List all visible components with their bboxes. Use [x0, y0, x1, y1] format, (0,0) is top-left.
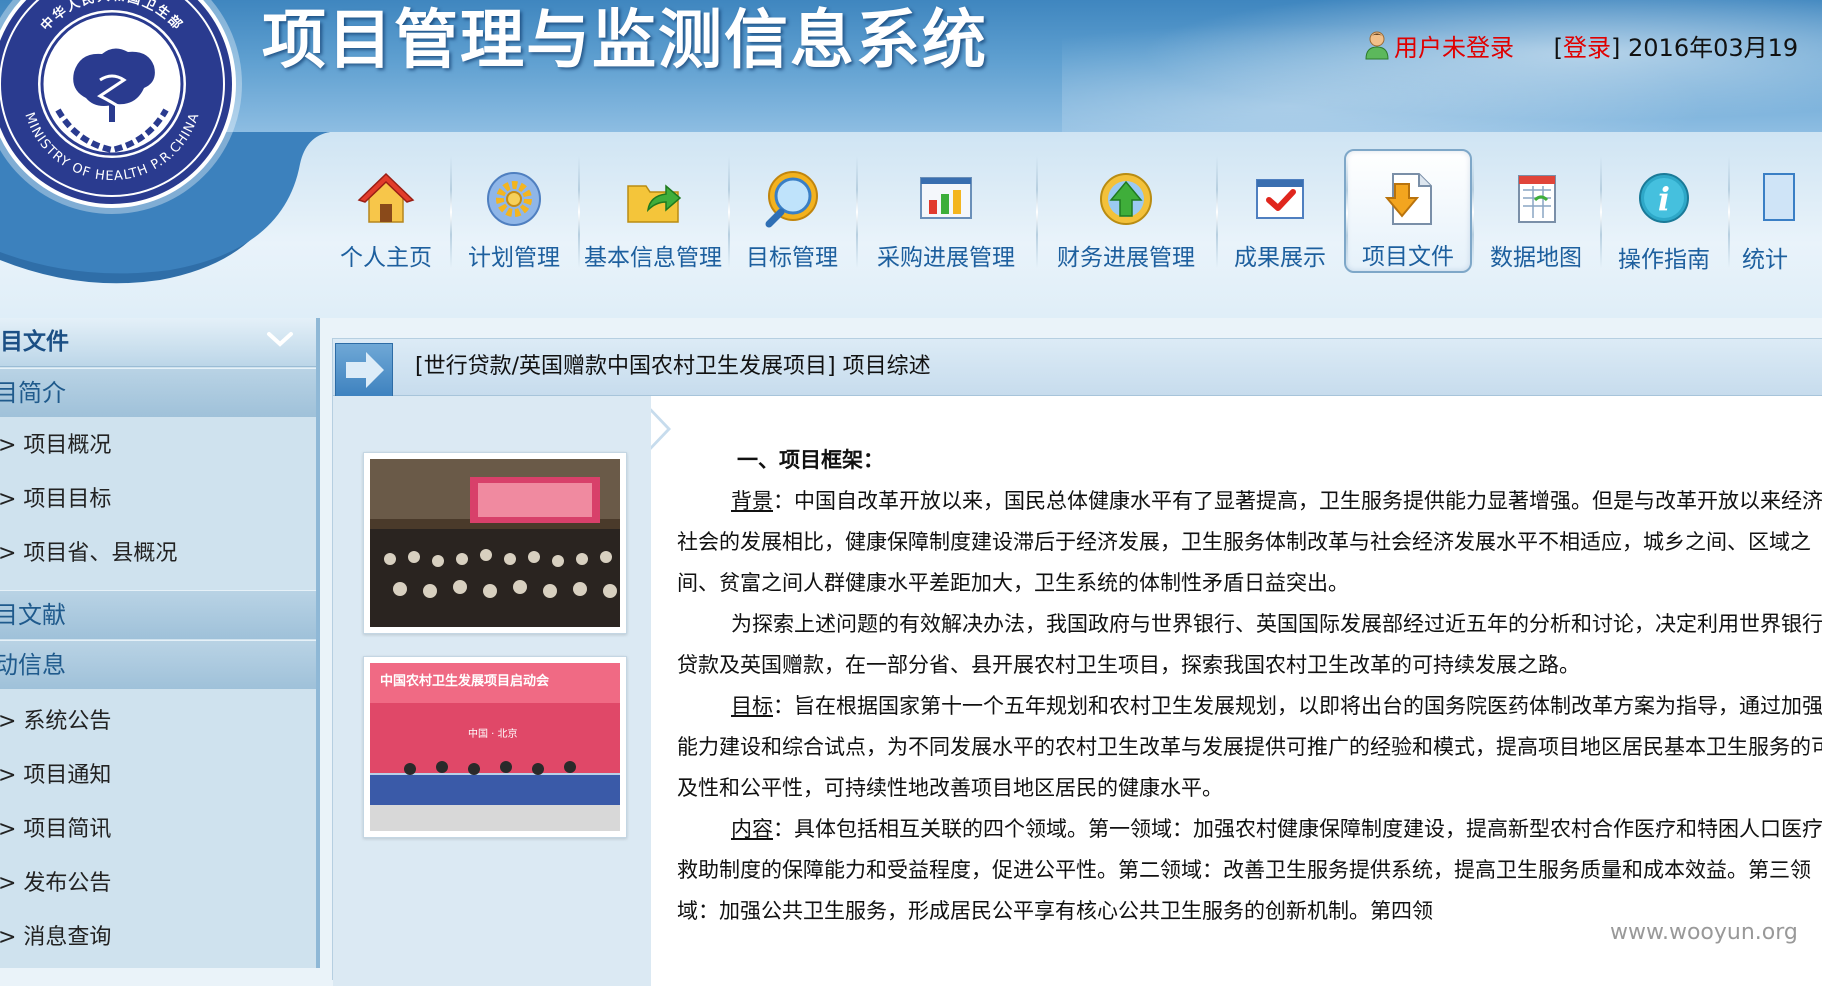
- nav-operation-guide[interactable]: i 操作指南: [1600, 150, 1728, 273]
- paragraph-solution: 为探索上述问题的有效解决办法，我国政府与世界银行、英国国际发展部经过近五年的分析…: [677, 612, 1822, 677]
- nav-label: 计划管理: [468, 245, 560, 271]
- sidebar-item-project-brief[interactable]: > 项目简讯: [0, 804, 316, 856]
- nav-data-map[interactable]: 数据地图: [1472, 150, 1600, 272]
- sidebar-section-activity[interactable]: 动信息: [0, 640, 316, 689]
- nav-label: 目标管理: [746, 245, 838, 271]
- photo-banner-subtext: 中国 · 北京: [468, 727, 518, 740]
- login-link[interactable]: 登录: [1563, 34, 1611, 62]
- sidebar: 目文件 目简介 > 项目概况 > 项目目标 > 项目省、县概况 目文献 动信息 …: [0, 318, 320, 968]
- sidebar-header-label: 目文件: [0, 329, 69, 355]
- nav-label: 财务进展管理: [1057, 245, 1195, 271]
- nav-finance-progress[interactable]: 财务进展管理: [1036, 150, 1216, 272]
- sidebar-header[interactable]: 目文件: [0, 318, 316, 367]
- nav-label: 基本信息管理: [584, 245, 722, 271]
- text-background: ：中国自改革开放以来，国民总体健康水平有了显著提高，卫生服务提供能力显著增强。但…: [677, 489, 1822, 595]
- text-content: ：具体包括相互关联的四个领域。第一领域：加强农村健康保障制度建设，提高新型农村合…: [677, 817, 1822, 923]
- nav-label: 操作指南: [1618, 247, 1710, 273]
- sidebar-item-system-notice[interactable]: > 系统公告: [0, 696, 316, 748]
- sidebar-item-goals[interactable]: > 项目目标: [0, 474, 316, 526]
- home-icon: [357, 172, 415, 223]
- main-header: [世行贷款/英国赠款中国农村卫生发展项目] 项目综述: [333, 339, 1822, 397]
- user-bar: 用户未登录 [登录] 2016年03月19: [1364, 30, 1798, 63]
- text-goal: ：旨在根据国家第十一个五年规划和农村卫生发展规划，以即将出台的国务院医药体制改革…: [677, 694, 1822, 800]
- magnifier-icon: [765, 171, 818, 228]
- page-title: [世行贷款/英国赠款中国农村卫生发展项目] 项目综述: [415, 354, 931, 379]
- nav-label: 成果展示: [1234, 245, 1326, 271]
- user-avatar-icon: [1365, 31, 1389, 60]
- conference-hall-image: [370, 459, 620, 627]
- main-panel: [世行贷款/英国赠款中国农村卫生发展项目] 项目综述 中国农村卫生发展项目启动会…: [332, 338, 1822, 986]
- label-content: 内容: [731, 817, 773, 841]
- info-icon: i: [1639, 173, 1689, 223]
- nav-personal-home[interactable]: 个人主页: [322, 150, 450, 272]
- nav-target-management[interactable]: 目标管理: [728, 150, 856, 272]
- document-download-icon: [1384, 173, 1432, 225]
- svg-text:i: i: [1658, 180, 1670, 218]
- checkmark-window-icon: [1256, 179, 1304, 219]
- ministry-logo: 中华人民共和国卫生部 MINISTRY OF HEALTH P.R.CHINA: [0, 0, 236, 208]
- user-status: 用户未登录: [1394, 34, 1514, 62]
- folder-share-icon: [627, 184, 682, 223]
- content-area: 一、项目框架： 背景：中国自改革开放以来，国民总体健康水平有了显著提高，卫生服务…: [651, 396, 1822, 986]
- section-heading: 一、项目框架：: [737, 448, 884, 472]
- date-display: ] 2016年03月19: [1611, 34, 1799, 62]
- spreadsheet-icon: [1518, 175, 1556, 223]
- app-title: 项目管理与监测信息系统: [262, 4, 988, 78]
- ministry-emblem-icon: 中华人民共和国卫生部 MINISTRY OF HEALTH P.R.CHINA: [0, 0, 232, 204]
- gear-icon: [487, 172, 541, 226]
- nav-basic-info[interactable]: 基本信息管理: [578, 150, 728, 272]
- meeting-stage-image: 中国农村卫生发展项目启动会 中国 · 北京: [370, 663, 620, 831]
- bar-chart-icon: [920, 177, 972, 219]
- paragraph-content: 内容：具体包括相互关联的四个领域。第一领域：加强农村健康保障制度建设，提高新型农…: [677, 809, 1822, 932]
- sidebar-section-literature[interactable]: 目文献: [0, 590, 316, 639]
- upload-globe-icon: [1100, 173, 1152, 225]
- nav-label: 统计: [1742, 247, 1788, 273]
- meeting-photo: 中国农村卫生发展项目启动会 中国 · 北京: [363, 656, 627, 838]
- sidebar-item-publish-notice[interactable]: > 发布公告: [0, 858, 316, 910]
- nav-label: 采购进展管理: [877, 245, 1015, 271]
- paragraph-background: 背景：中国自改革开放以来，国民总体健康水平有了显著提高，卫生服务提供能力显著增强…: [677, 481, 1822, 604]
- nav-statistics[interactable]: 统计: [1728, 150, 1798, 273]
- sidebar-item-project-notice[interactable]: > 项目通知: [0, 750, 316, 802]
- nav-label: 数据地图: [1490, 245, 1582, 271]
- chevron-down-icon[interactable]: [266, 326, 294, 354]
- label-background: 背景: [731, 489, 773, 513]
- conference-photo: [363, 452, 627, 634]
- paragraph-goal: 目标：旨在根据国家第十一个五年规划和农村卫生发展规划，以即将出台的国务院医药体制…: [677, 686, 1822, 809]
- sidebar-item-province-county[interactable]: > 项目省、县概况: [0, 528, 316, 580]
- article-body: 一、项目框架： 背景：中国自改革开放以来，国民总体健康水平有了显著提高，卫生服务…: [677, 440, 1822, 932]
- nav-achievements[interactable]: 成果展示: [1216, 150, 1344, 272]
- sidebar-item-message-query[interactable]: > 消息查询: [0, 912, 316, 964]
- header-decoration: [1062, 0, 1822, 132]
- nav-plan-management[interactable]: 计划管理: [450, 150, 578, 272]
- login-bracket-open: [: [1553, 34, 1564, 62]
- nav-label: 个人主页: [340, 245, 432, 271]
- nav-procurement-progress[interactable]: 采购进展管理: [856, 150, 1036, 272]
- sidebar-section-intro[interactable]: 目简介: [0, 368, 316, 417]
- pointer-notch-icon: [651, 408, 671, 450]
- nav-label: 项目文件: [1362, 244, 1454, 270]
- watermark: www.wooyun.org: [1610, 920, 1798, 945]
- arrow-icon: [335, 343, 393, 397]
- statistics-icon: [1763, 173, 1795, 221]
- sidebar-item-overview[interactable]: > 项目概况: [0, 420, 316, 472]
- photo-column: 中国农村卫生发展项目启动会 中国 · 北京: [333, 396, 651, 986]
- label-goal: 目标: [731, 694, 773, 718]
- photo-banner-text: 中国农村卫生发展项目启动会: [380, 673, 550, 689]
- main-nav: 个人主页 计划管理 基本信息管理 目标管理 采购进展管理 财务进展管理 成果展示…: [322, 149, 1798, 290]
- nav-project-files[interactable]: 项目文件: [1344, 149, 1472, 273]
